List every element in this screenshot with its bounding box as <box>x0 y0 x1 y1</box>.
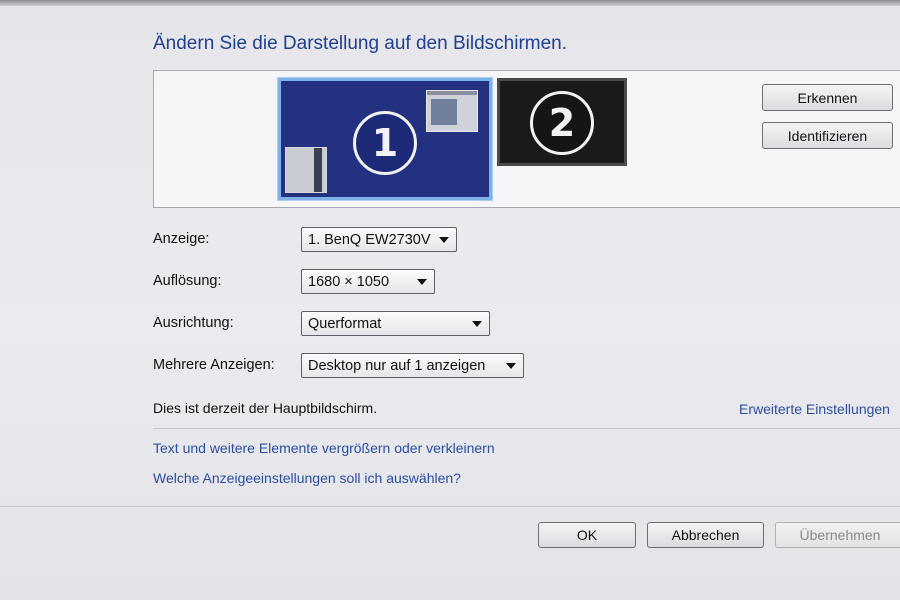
resolution-dropdown-value: 1680 × 1050 <box>308 273 390 290</box>
display-settings-help-link[interactable]: Welche Anzeigeeinstellungen soll ich aus… <box>153 470 461 486</box>
ok-button[interactable]: OK <box>538 522 636 548</box>
window-top-edge <box>0 0 900 6</box>
display-dropdown[interactable]: 1. BenQ EW2730V <box>301 227 457 252</box>
divider <box>153 428 900 429</box>
text-size-link[interactable]: Text und weitere Elemente vergrößern ode… <box>153 440 495 456</box>
chevron-down-icon <box>417 279 427 285</box>
multiple-displays-label: Mehrere Anzeigen: <box>153 357 275 373</box>
monitor-1-number: 1 <box>353 111 417 175</box>
display-dropdown-value: 1. BenQ EW2730V <box>308 231 431 248</box>
identify-button[interactable]: Identifizieren <box>762 122 893 149</box>
monitor-1-tile[interactable]: 1 <box>278 78 492 200</box>
resolution-dropdown[interactable]: 1680 × 1050 <box>301 269 435 294</box>
detect-button[interactable]: Erkennen <box>762 84 893 111</box>
chevron-down-icon <box>439 237 449 243</box>
chevron-down-icon <box>472 321 482 327</box>
advanced-settings-link[interactable]: Erweiterte Einstellungen <box>739 401 890 417</box>
display-label: Anzeige: <box>153 231 210 247</box>
monitor-2-number: 2 <box>530 91 594 155</box>
chevron-down-icon <box>506 363 516 369</box>
primary-display-note: Dies ist derzeit der Hauptbildschirm. <box>153 400 378 416</box>
apply-button[interactable]: Übernehmen <box>775 522 900 548</box>
desktop-preview-sidebar <box>285 147 327 193</box>
orientation-dropdown[interactable]: Querformat <box>301 311 490 336</box>
desktop-preview-window <box>426 90 478 132</box>
multiple-displays-dropdown-value: Desktop nur auf 1 anzeigen <box>308 357 486 374</box>
monitor-2-tile[interactable]: 2 <box>497 78 627 166</box>
page-title: Ändern Sie die Darstellung auf den Bilds… <box>153 33 568 54</box>
footer-divider <box>0 506 900 507</box>
orientation-dropdown-value: Querformat <box>308 315 382 332</box>
orientation-label: Ausrichtung: <box>153 315 234 331</box>
resolution-label: Auflösung: <box>153 273 222 289</box>
multiple-displays-dropdown[interactable]: Desktop nur auf 1 anzeigen <box>301 353 524 378</box>
cancel-button[interactable]: Abbrechen <box>647 522 764 548</box>
